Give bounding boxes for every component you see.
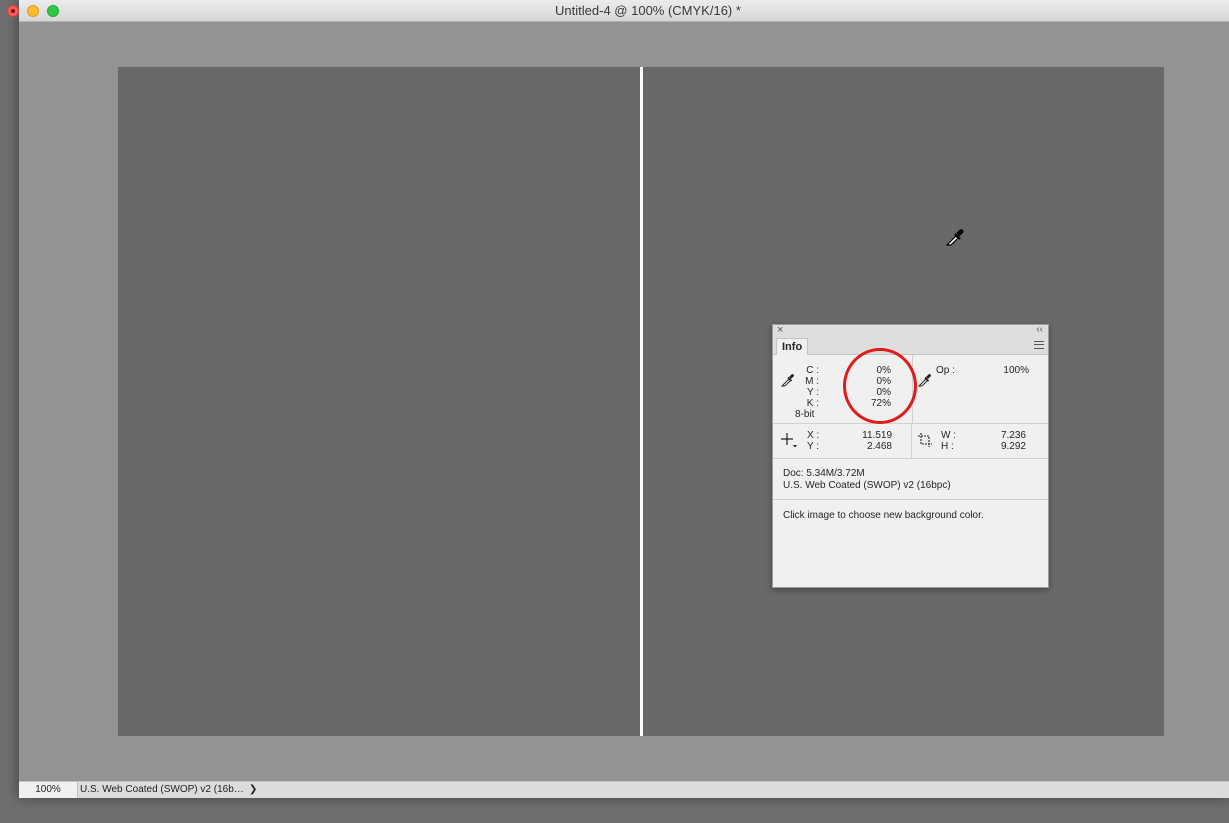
panel-divider-2 [911,424,912,458]
zoom-level-field[interactable]: 100% [19,782,78,798]
cyan-label: C : [806,365,819,376]
bit-depth-label: 8-bit [795,409,815,420]
panel-menu-icon[interactable] [1034,341,1044,349]
opacity-value: 100% [1003,365,1029,376]
width-value: 7.236 [1000,430,1026,441]
panel-tab-bar: Info [773,337,1048,355]
eyedropper-sample-icon[interactable] [781,373,795,387]
x-label: X : [807,430,820,441]
panel-collapse-icon[interactable]: ‹‹ [1036,324,1043,336]
close-window-button[interactable] [7,5,19,17]
document-info-label: U.S. Web Coated (SWOP) v2 (16b… [80,784,244,795]
doc-profile-label: U.S. Web Coated (SWOP) v2 (16bpc) [783,480,951,491]
window-title: Untitled-4 @ 100% (CMYK/16) * [555,3,741,18]
eyedropper-cursor-icon [945,229,964,246]
panel-close-icon[interactable]: × [777,324,783,336]
opacity-label: Op : [936,365,955,376]
black-label: K : [806,398,819,409]
magenta-label: M : [805,376,819,387]
crosshair-icon[interactable] [781,433,797,449]
yellow-label: Y : [806,387,819,398]
document-info-menu-button[interactable]: ❯ [249,782,257,798]
y-label: Y : [807,441,820,452]
title-bar[interactable]: Untitled-4 @ 100% (CMYK/16) * [7,0,1229,22]
canvas-left-region[interactable] [118,67,641,736]
y-value: 2.468 [866,441,892,452]
height-value: 9.292 [1000,441,1026,452]
selection-size-icon [918,433,932,447]
document-section: Doc: 5.34M/3.72M U.S. Web Coated (SWOP) … [773,459,1048,500]
hint-text: Click image to choose new background col… [783,510,984,521]
width-label: W : [941,430,956,441]
panel-header[interactable]: × ‹‹ [773,324,1048,337]
cmyk-values-highlight-circle [843,348,917,424]
tab-info[interactable]: Info [776,338,809,355]
position-size-section: X : Y : 11.519 2.468 W : H : 7.236 9.292 [773,424,1048,459]
doc-size-label: Doc: 5.34M/3.72M [783,468,865,479]
height-label: H : [941,441,954,452]
status-bar: 100% U.S. Web Coated (SWOP) v2 (16b… ❯ [19,781,1229,798]
x-value: 11.519 [862,430,892,441]
eyedropper-sample-icon-2[interactable] [918,373,932,387]
